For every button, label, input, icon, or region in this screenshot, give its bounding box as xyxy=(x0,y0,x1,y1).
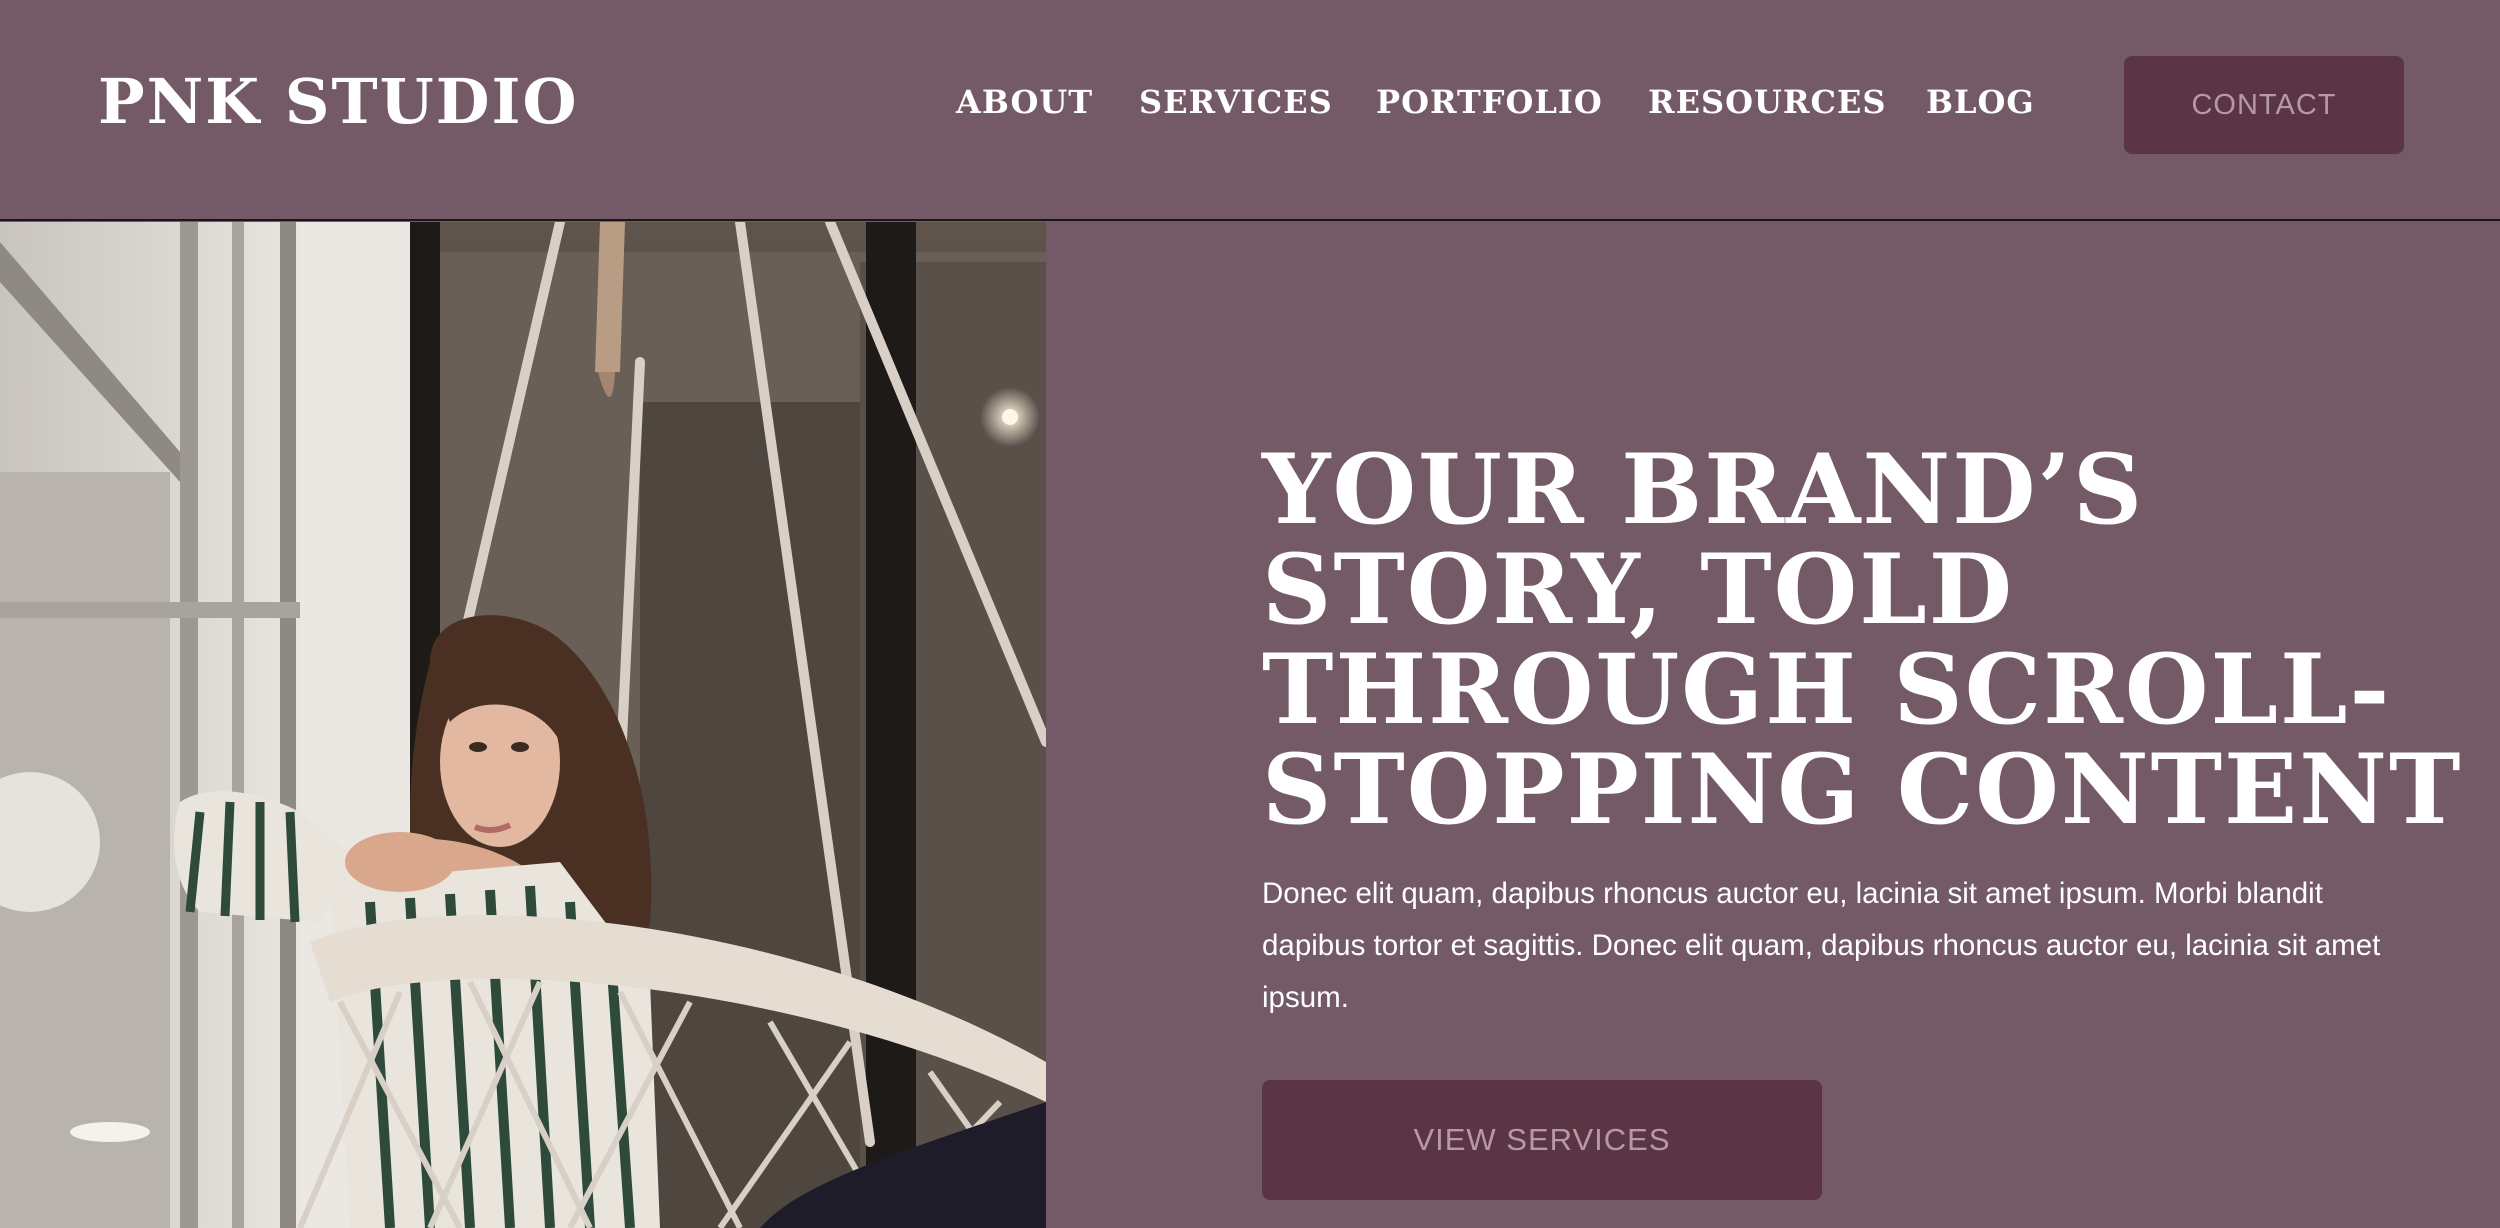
nav-services[interactable]: SERVICES xyxy=(1139,82,1333,122)
site-header: PNK STUDIO ABOUT SERVICES PORTFOLIO RESO… xyxy=(0,0,2500,221)
hero-description: Donec elit quam, dapibus rhoncus auctor … xyxy=(1262,877,2381,1014)
nav-blog[interactable]: BLOG xyxy=(1926,82,2035,122)
site-logo[interactable]: PNK STUDIO xyxy=(98,62,579,142)
contact-button[interactable]: CONTACT xyxy=(2124,56,2404,154)
hero-heading-line: STORY, TOLD xyxy=(1262,533,2015,646)
nav-about[interactable]: ABOUT xyxy=(956,82,1093,122)
view-services-button[interactable]: VIEW SERVICES xyxy=(1262,1080,1822,1200)
hero-heading: YOUR BRAND’S STORY, TOLD THROUGH SCROLL-… xyxy=(1262,440,2462,840)
hero-heading-line: YOUR BRAND’S xyxy=(1262,433,2145,546)
hero-heading-line: THROUGH SCROLL- xyxy=(1262,633,2392,746)
hero-photo-illustration xyxy=(0,222,1046,1228)
hero-photo xyxy=(0,222,1046,1228)
hero-heading-line: STOPPING CONTENT xyxy=(1262,733,2463,846)
nav-portfolio[interactable]: PORTFOLIO xyxy=(1376,82,1603,122)
nav-resources[interactable]: RESOURCES xyxy=(1648,82,1886,122)
